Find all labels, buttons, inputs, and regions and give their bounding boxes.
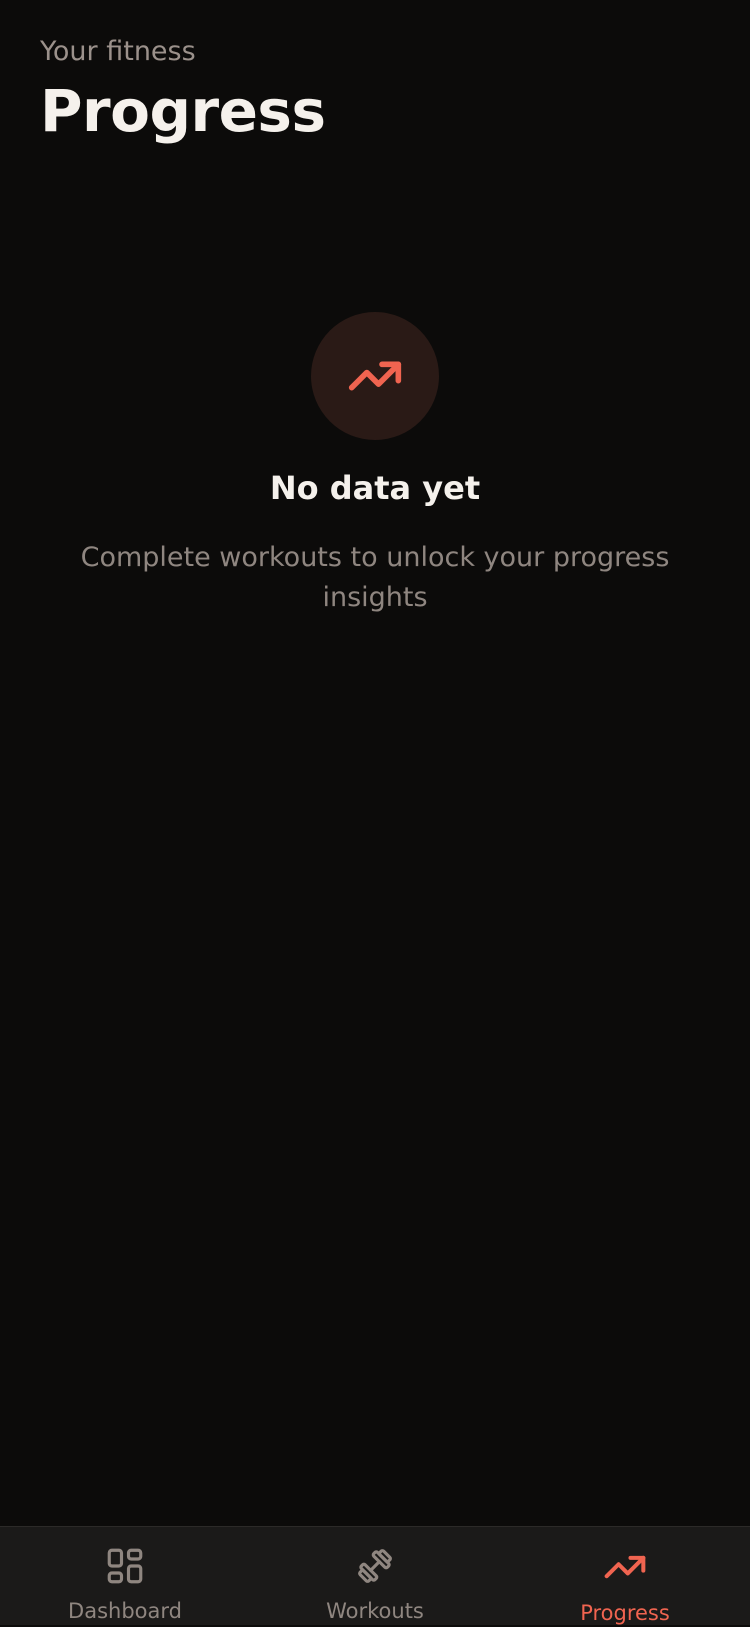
tab-dashboard[interactable]: Dashboard bbox=[0, 1527, 250, 1625]
dumbbell-icon bbox=[353, 1545, 397, 1587]
empty-state: No data yet Complete workouts to unlock … bbox=[0, 312, 750, 618]
empty-state-title: No data yet bbox=[269, 469, 481, 507]
page-header: Your fitness Progress bbox=[40, 34, 326, 146]
tab-progress[interactable]: Progress bbox=[500, 1527, 750, 1625]
page-eyebrow: Your fitness bbox=[40, 36, 196, 67]
dashboard-grid-icon bbox=[103, 1545, 147, 1587]
page-title: Progress bbox=[40, 77, 326, 145]
tab-workouts-label: Workouts bbox=[326, 1599, 424, 1623]
tab-progress-label: Progress bbox=[580, 1601, 670, 1625]
trending-up-icon bbox=[603, 1545, 647, 1589]
bottom-tab-bar: Dashboard Workouts Progress bbox=[0, 1526, 750, 1625]
tab-dashboard-label: Dashboard bbox=[68, 1599, 182, 1623]
tab-workouts[interactable]: Workouts bbox=[250, 1527, 500, 1625]
trending-up-icon bbox=[348, 361, 402, 391]
empty-state-icon-circle bbox=[311, 312, 439, 440]
empty-state-description: Complete workouts to unlock your progres… bbox=[80, 542, 670, 613]
